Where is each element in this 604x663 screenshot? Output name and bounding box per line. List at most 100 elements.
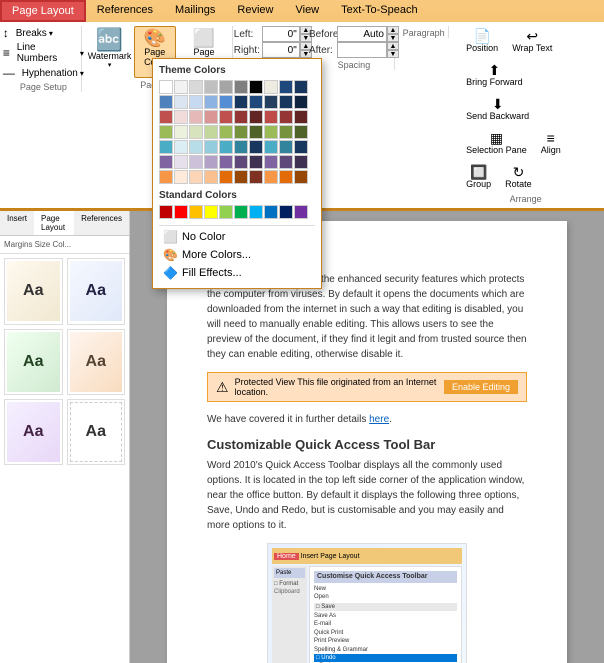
- selection-pane-btn[interactable]: ▦ Selection Pane: [461, 128, 532, 158]
- standard-color-cell[interactable]: [234, 205, 248, 219]
- panel-tab-insert[interactable]: Insert: [0, 211, 34, 235]
- theme-color-cell[interactable]: [234, 95, 248, 109]
- theme-color-cell[interactable]: [234, 140, 248, 154]
- theme-color-cell[interactable]: [264, 170, 278, 184]
- theme-color-cell[interactable]: [189, 125, 203, 139]
- theme-color-cell[interactable]: [159, 170, 173, 184]
- theme-color-cell[interactable]: [219, 155, 233, 169]
- theme-color-cell[interactable]: [204, 155, 218, 169]
- theme-color-cell[interactable]: [204, 170, 218, 184]
- standard-color-cell[interactable]: [189, 205, 203, 219]
- theme-color-cell[interactable]: [159, 110, 173, 124]
- theme-color-cell[interactable]: [189, 95, 203, 109]
- theme-color-cell[interactable]: [234, 125, 248, 139]
- theme-color-cell[interactable]: [294, 95, 308, 109]
- theme-color-cell[interactable]: [204, 95, 218, 109]
- spacing-before-down[interactable]: ▼: [387, 34, 399, 42]
- theme-color-cell[interactable]: [234, 110, 248, 124]
- theme-color-cell[interactable]: [174, 125, 188, 139]
- group-btn[interactable]: 🔲 Group: [461, 162, 496, 192]
- theme-color-cell[interactable]: [294, 155, 308, 169]
- theme-color-cell[interactable]: [219, 80, 233, 94]
- indent-right-input[interactable]: [262, 42, 300, 58]
- standard-color-cell[interactable]: [294, 205, 308, 219]
- standard-color-cell[interactable]: [249, 205, 263, 219]
- wrap-text-btn[interactable]: ↩ Wrap Text: [507, 26, 557, 56]
- theme-color-cell[interactable]: [249, 140, 263, 154]
- thumb-item-6[interactable]: Aa: [67, 399, 126, 465]
- thumb-item-4[interactable]: Aa: [67, 329, 126, 395]
- standard-color-cell[interactable]: [174, 205, 188, 219]
- rotate-btn[interactable]: ↻ Rotate: [500, 162, 537, 192]
- theme-color-cell[interactable]: [174, 170, 188, 184]
- theme-color-cell[interactable]: [249, 155, 263, 169]
- theme-color-cell[interactable]: [249, 95, 263, 109]
- theme-color-cell[interactable]: [159, 125, 173, 139]
- theme-color-cell[interactable]: [294, 80, 308, 94]
- further-details-link[interactable]: here: [369, 414, 389, 425]
- theme-color-cell[interactable]: [264, 140, 278, 154]
- theme-color-cell[interactable]: [189, 110, 203, 124]
- standard-color-cell[interactable]: [159, 205, 173, 219]
- theme-color-cell[interactable]: [234, 80, 248, 94]
- theme-color-cell[interactable]: [279, 125, 293, 139]
- align-btn[interactable]: ≡ Align: [536, 128, 566, 158]
- theme-color-cell[interactable]: [279, 110, 293, 124]
- tab-page-layout[interactable]: Page Layout: [0, 0, 86, 22]
- theme-color-cell[interactable]: [204, 110, 218, 124]
- theme-color-cell[interactable]: [279, 170, 293, 184]
- no-color-item[interactable]: ⬜ No Color: [159, 228, 315, 246]
- theme-color-cell[interactable]: [174, 155, 188, 169]
- thumb-item-1[interactable]: Aa: [4, 258, 63, 325]
- theme-color-cell[interactable]: [294, 140, 308, 154]
- spacing-after-down[interactable]: ▼: [387, 50, 399, 58]
- theme-color-cell[interactable]: [219, 95, 233, 109]
- theme-color-cell[interactable]: [204, 140, 218, 154]
- theme-color-cell[interactable]: [174, 140, 188, 154]
- spacing-before-input[interactable]: [337, 26, 387, 42]
- theme-color-cell[interactable]: [249, 80, 263, 94]
- theme-color-cell[interactable]: [159, 155, 173, 169]
- theme-color-cell[interactable]: [264, 80, 278, 94]
- standard-color-cell[interactable]: [279, 205, 293, 219]
- standard-color-cell[interactable]: [264, 205, 278, 219]
- theme-color-cell[interactable]: [219, 110, 233, 124]
- theme-color-cell[interactable]: [294, 125, 308, 139]
- theme-color-cell[interactable]: [234, 155, 248, 169]
- position-btn[interactable]: 📄 Position: [461, 26, 503, 56]
- standard-color-cell[interactable]: [204, 205, 218, 219]
- theme-color-cell[interactable]: [174, 80, 188, 94]
- theme-color-cell[interactable]: [264, 125, 278, 139]
- bring-forward-btn[interactable]: ⬆ Bring Forward: [461, 60, 528, 90]
- spacing-before-up[interactable]: ▲: [387, 26, 399, 34]
- theme-color-cell[interactable]: [264, 110, 278, 124]
- theme-color-cell[interactable]: [219, 125, 233, 139]
- theme-color-cell[interactable]: [189, 140, 203, 154]
- theme-color-cell[interactable]: [279, 140, 293, 154]
- theme-color-cell[interactable]: [189, 155, 203, 169]
- theme-color-cell[interactable]: [219, 170, 233, 184]
- tab-text-to-speech[interactable]: Text-To-Speach: [330, 0, 428, 22]
- tab-mailings[interactable]: Mailings: [164, 0, 226, 22]
- thumb-item-2[interactable]: Aa: [67, 258, 126, 325]
- theme-color-cell[interactable]: [219, 140, 233, 154]
- theme-color-cell[interactable]: [279, 80, 293, 94]
- theme-color-cell[interactable]: [159, 140, 173, 154]
- panel-tab-page-layout[interactable]: Page Layout: [34, 211, 74, 235]
- theme-color-cell[interactable]: [189, 80, 203, 94]
- spacing-after-input[interactable]: [337, 42, 387, 58]
- breaks-btn[interactable]: ↕ Breaks ▾: [3, 26, 84, 40]
- tab-references[interactable]: References: [86, 0, 164, 22]
- theme-color-cell[interactable]: [204, 80, 218, 94]
- standard-color-cell[interactable]: [219, 205, 233, 219]
- spacing-after-up[interactable]: ▲: [387, 42, 399, 50]
- more-colors-item[interactable]: 🎨 More Colors...: [159, 246, 315, 264]
- fill-effects-item[interactable]: 🔷 Fill Effects...: [159, 264, 315, 282]
- tab-review[interactable]: Review: [226, 0, 284, 22]
- theme-color-cell[interactable]: [174, 110, 188, 124]
- theme-color-cell[interactable]: [279, 155, 293, 169]
- theme-color-cell[interactable]: [174, 95, 188, 109]
- theme-color-cell[interactable]: [264, 155, 278, 169]
- indent-left-input[interactable]: [262, 26, 300, 42]
- watermark-btn[interactable]: 🔤 Watermark ▾: [89, 26, 130, 72]
